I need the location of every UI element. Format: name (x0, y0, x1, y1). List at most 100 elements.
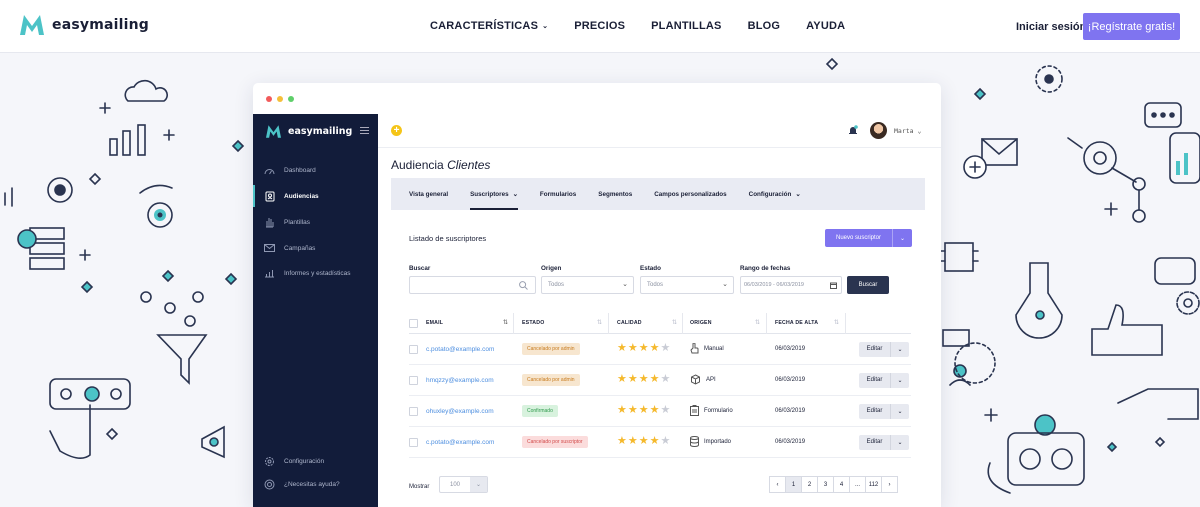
sort-icon[interactable]: ⇅ (834, 319, 839, 326)
sort-icon[interactable]: ⇅ (503, 319, 508, 326)
column-divider (682, 313, 683, 334)
hamburger-menu-icon[interactable] (360, 127, 369, 134)
edit-button[interactable]: Editar ⌄ (859, 373, 909, 388)
nav-precios[interactable]: PRECIOS (574, 20, 625, 32)
tab-campos-personalizados[interactable]: Campos personalizados (654, 178, 726, 210)
sidebar-item-plantillas[interactable]: Plantillas (253, 211, 378, 233)
nav-ayuda[interactable]: AYUDA (806, 20, 845, 32)
sidebar-item-label: Plantillas (284, 218, 311, 226)
diamond-icon (1154, 436, 1166, 448)
quality-stars: ★ ★ ★ ★ ★ (617, 404, 671, 416)
search-label: Buscar (409, 265, 431, 272)
next-page-icon[interactable]: › (881, 476, 898, 493)
login-link[interactable]: Iniciar sesión (1016, 21, 1086, 33)
add-circle-icon[interactable]: + (391, 125, 402, 136)
page-size-select[interactable]: 100 ⌄ (439, 476, 488, 493)
edit-button[interactable]: Editar ⌄ (859, 342, 909, 357)
window-minimize-dot[interactable] (277, 95, 283, 102)
nav-label: PLANTILLAS (651, 20, 722, 32)
edit-button[interactable]: Editar ⌄ (859, 404, 909, 419)
column-header-calidad[interactable]: CALIDAD (617, 320, 642, 326)
app-sidebar: easymailing Dashboard Audiencias Plantil… (253, 114, 378, 507)
app-logo[interactable]: easymailing (265, 124, 352, 139)
page-button[interactable]: 1 (785, 476, 802, 493)
search-icon[interactable] (519, 281, 528, 290)
subscriber-email[interactable]: ohuxley@example.com (426, 408, 494, 415)
row-checkbox[interactable] (409, 438, 418, 447)
prev-page-icon[interactable]: ‹ (769, 476, 786, 493)
bell-icon[interactable] (848, 125, 858, 136)
tab-label: Vista general (409, 190, 449, 198)
chevron-down-icon[interactable]: ⌄ (891, 439, 909, 446)
sort-icon[interactable]: ⇅ (755, 319, 760, 326)
edit-button[interactable]: Editar ⌄ (859, 435, 909, 450)
card-icon (942, 329, 970, 347)
tab-vista-general[interactable]: Vista general (409, 178, 448, 210)
calendar-icon[interactable] (830, 282, 837, 289)
row-checkbox[interactable] (409, 407, 418, 416)
sidebar-item-audiencias[interactable]: Audiencias (253, 185, 378, 207)
tab-suscriptores[interactable]: Suscriptores ⌄ (470, 178, 518, 210)
column-header-origen[interactable]: ORIGEN (690, 320, 712, 326)
row-checkbox[interactable] (409, 376, 418, 385)
date-cell: 06/03/2019 (775, 346, 806, 352)
search-button[interactable]: Buscar (847, 276, 889, 294)
page-button[interactable]: 112 (865, 476, 882, 493)
nav-plantillas[interactable]: PLANTILLAS (651, 20, 721, 32)
select-all-checkbox[interactable] (409, 319, 418, 328)
user-menu[interactable]: Marta ⌄ (894, 127, 921, 135)
table-row[interactable]: hmqzzy@example.com Cancelado por admin ★… (409, 365, 911, 396)
window-maximize-dot[interactable] (288, 95, 294, 102)
chat-bubble-icon (1144, 102, 1182, 128)
avatar[interactable] (870, 122, 887, 139)
chevron-down-icon[interactable]: ⌄ (891, 377, 909, 384)
register-button[interactable]: ¡Regístrate gratis! (1083, 13, 1180, 40)
page-button[interactable]: 2 (801, 476, 818, 493)
chevron-down-icon: ⌄ (795, 190, 801, 198)
column-header-fecha[interactable]: FECHA DE ALTA (775, 320, 818, 326)
origin-cell: API (690, 374, 716, 385)
sidebar-item-informes[interactable]: Informes y estadísticas (253, 262, 378, 284)
sidebar-item-campanas[interactable]: Campañas (253, 237, 378, 259)
diamond-icon (231, 139, 245, 153)
state-select[interactable]: Todos ⌄ (640, 276, 734, 294)
chevron-down-icon[interactable]: ⌄ (470, 477, 487, 492)
site-logo[interactable]: easymailing (19, 13, 149, 37)
page-button[interactable]: 3 (817, 476, 834, 493)
nav-caracteristicas[interactable]: CARACTERÍSTICAS ⌄ (430, 20, 548, 32)
sidebar-item-configuracion[interactable]: Configuración (253, 450, 378, 472)
search-input[interactable] (409, 276, 536, 294)
subscriber-email[interactable]: c.potato@example.com (426, 346, 494, 353)
subscriber-email[interactable]: c.potato@example.com (426, 439, 494, 446)
sidebar-item-ayuda[interactable]: ¿Necesitas ayuda? (253, 473, 378, 495)
pointing-hand-icon (1117, 388, 1199, 420)
row-checkbox[interactable] (409, 345, 418, 354)
table-row[interactable]: ohuxley@example.com Confirmado ★ ★ ★ ★ ★ For… (409, 396, 911, 427)
column-header-email[interactable]: EMAIL (426, 320, 443, 326)
sidebar-item-dashboard[interactable]: Dashboard (253, 159, 378, 181)
date-cell: 06/03/2019 (775, 377, 806, 383)
date-range-input[interactable]: 06/03/2019 - 06/03/2019 (740, 276, 842, 294)
plus-icon (984, 408, 998, 422)
table-row[interactable]: c.potato@example.com Cancelado por suscr… (409, 427, 911, 458)
chevron-down-icon[interactable]: ⌄ (893, 235, 912, 242)
diamond-icon (1106, 441, 1118, 453)
window-close-dot[interactable] (266, 95, 272, 102)
chevron-down-icon[interactable]: ⌄ (891, 346, 909, 353)
tab-configuracion[interactable]: Configuración ⌄ (749, 178, 801, 210)
thumbs-up-icon (1091, 304, 1163, 356)
table-row[interactable]: c.potato@example.com Cancelado por admin… (409, 334, 911, 365)
tab-formularios[interactable]: Formularios (540, 178, 576, 210)
nav-blog[interactable]: BLOG (748, 20, 781, 32)
column-header-estado[interactable]: ESTADO (522, 320, 544, 326)
origin-select[interactable]: Todos ⌄ (541, 276, 634, 294)
new-subscriber-button[interactable]: Nuevo suscriptor ⌄ (825, 229, 912, 247)
user-name: Marta (894, 127, 914, 135)
sort-icon[interactable]: ⇅ (597, 319, 602, 326)
subscriber-email[interactable]: hmqzzy@example.com (426, 377, 494, 384)
list-title: Listado de suscriptores (409, 234, 487, 243)
chevron-down-icon[interactable]: ⌄ (891, 408, 909, 415)
tab-segmentos[interactable]: Segmentos (598, 178, 632, 210)
sort-icon[interactable]: ⇅ (672, 319, 677, 326)
page-button[interactable]: 4 (833, 476, 850, 493)
